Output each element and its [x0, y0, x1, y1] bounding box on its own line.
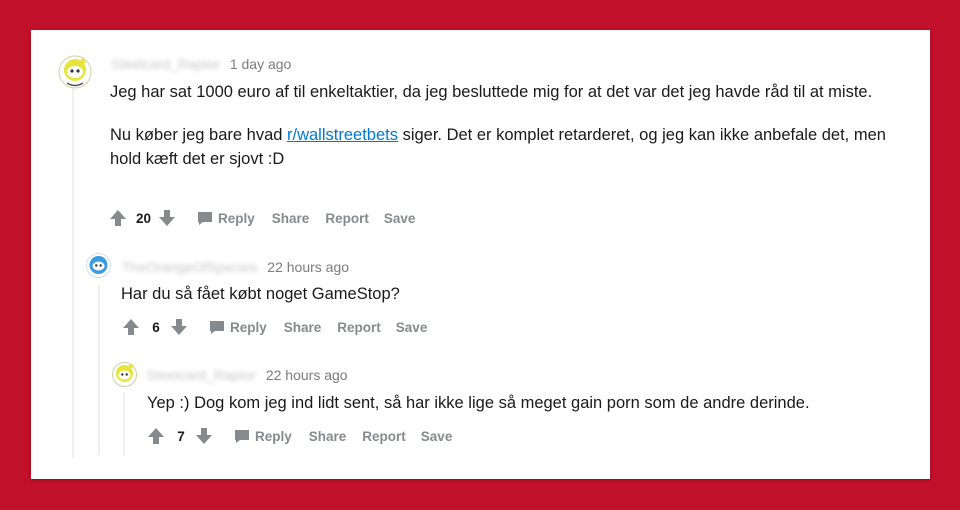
vote-score: 20 [136, 210, 152, 226]
snoo-avatar-icon [86, 253, 111, 278]
comment-paragraph: Jeg har sat 1000 euro af til enkeltaktie… [110, 83, 873, 101]
comment-icon [198, 212, 213, 225]
save-button[interactable]: Save [396, 320, 428, 335]
username[interactable]: Steelcard_Raptor [111, 56, 220, 72]
share-button[interactable]: Share [309, 429, 347, 444]
comment-icon [210, 321, 224, 334]
comment-body: Jeg har sat 1000 euro af til enkeltaktie… [110, 80, 910, 171]
save-button[interactable]: Save [421, 429, 453, 444]
upvote-icon[interactable] [146, 426, 166, 446]
text-segment: Nu køber jeg bare hvad [110, 126, 288, 144]
subreddit-link[interactable]: r/wallstreetbets [287, 126, 398, 144]
avatar[interactable] [86, 253, 111, 283]
save-button[interactable]: Save [384, 211, 416, 226]
downvote-icon[interactable] [194, 426, 214, 446]
snoo-avatar-icon [58, 55, 92, 89]
share-button[interactable]: Share [272, 211, 310, 226]
reply-label: Reply [230, 319, 267, 335]
avatar[interactable] [58, 55, 92, 94]
upvote-icon[interactable] [121, 317, 141, 337]
comment-paragraph: Har du så fået købt noget GameStop? [121, 285, 400, 303]
vote-score: 7 [177, 428, 185, 444]
comment-actions: 20 Reply Share Report Save [108, 208, 415, 228]
report-button[interactable]: Report [325, 211, 369, 226]
avatar[interactable] [112, 362, 137, 392]
upvote-icon[interactable] [108, 208, 128, 228]
report-button[interactable]: Report [362, 429, 406, 444]
comment-icon [235, 430, 249, 443]
report-button[interactable]: Report [337, 320, 381, 335]
reply-label: Reply [218, 210, 255, 226]
username[interactable]: TheOrangeOfSpecies [122, 259, 257, 275]
comment-meta: Steelcard_Raptor 22 hours ago [147, 367, 348, 383]
comment-paragraph: Yep :) Dog kom jeg ind lidt sent, så har… [147, 394, 810, 412]
comment-thread-card: Steelcard_Raptor 1 day ago Jeg har sat 1… [31, 30, 930, 479]
comment-paragraph: Nu køber jeg bare hvad r/wallstreetbets … [110, 123, 910, 171]
share-button[interactable]: Share [284, 320, 322, 335]
reply-label: Reply [255, 428, 292, 444]
downvote-icon[interactable] [169, 317, 189, 337]
comment-meta: TheOrangeOfSpecies 22 hours ago [122, 259, 349, 275]
comment-body: Har du så fået købt noget GameStop? [121, 282, 891, 306]
timestamp[interactable]: 22 hours ago [267, 259, 349, 275]
comment-body: Yep :) Dog kom jeg ind lidt sent, så har… [147, 391, 907, 415]
thread-line-3[interactable] [123, 392, 125, 456]
username[interactable]: Steelcard_Raptor [147, 367, 256, 383]
downvote-icon[interactable] [157, 208, 177, 228]
thread-line-2[interactable] [98, 285, 100, 455]
comment-actions: 6 Reply Share Report Save [121, 317, 427, 337]
comment-actions: 7 Reply Share Report Save [146, 426, 452, 446]
snoo-avatar-icon [112, 362, 137, 387]
thread-line-1[interactable] [72, 88, 74, 458]
reply-button[interactable]: Reply [234, 428, 292, 444]
reply-button[interactable]: Reply [197, 210, 255, 226]
timestamp[interactable]: 1 day ago [230, 56, 292, 72]
vote-score: 6 [152, 319, 160, 335]
reply-button[interactable]: Reply [209, 319, 267, 335]
timestamp[interactable]: 22 hours ago [266, 367, 348, 383]
comment-meta: Steelcard_Raptor 1 day ago [111, 56, 291, 72]
